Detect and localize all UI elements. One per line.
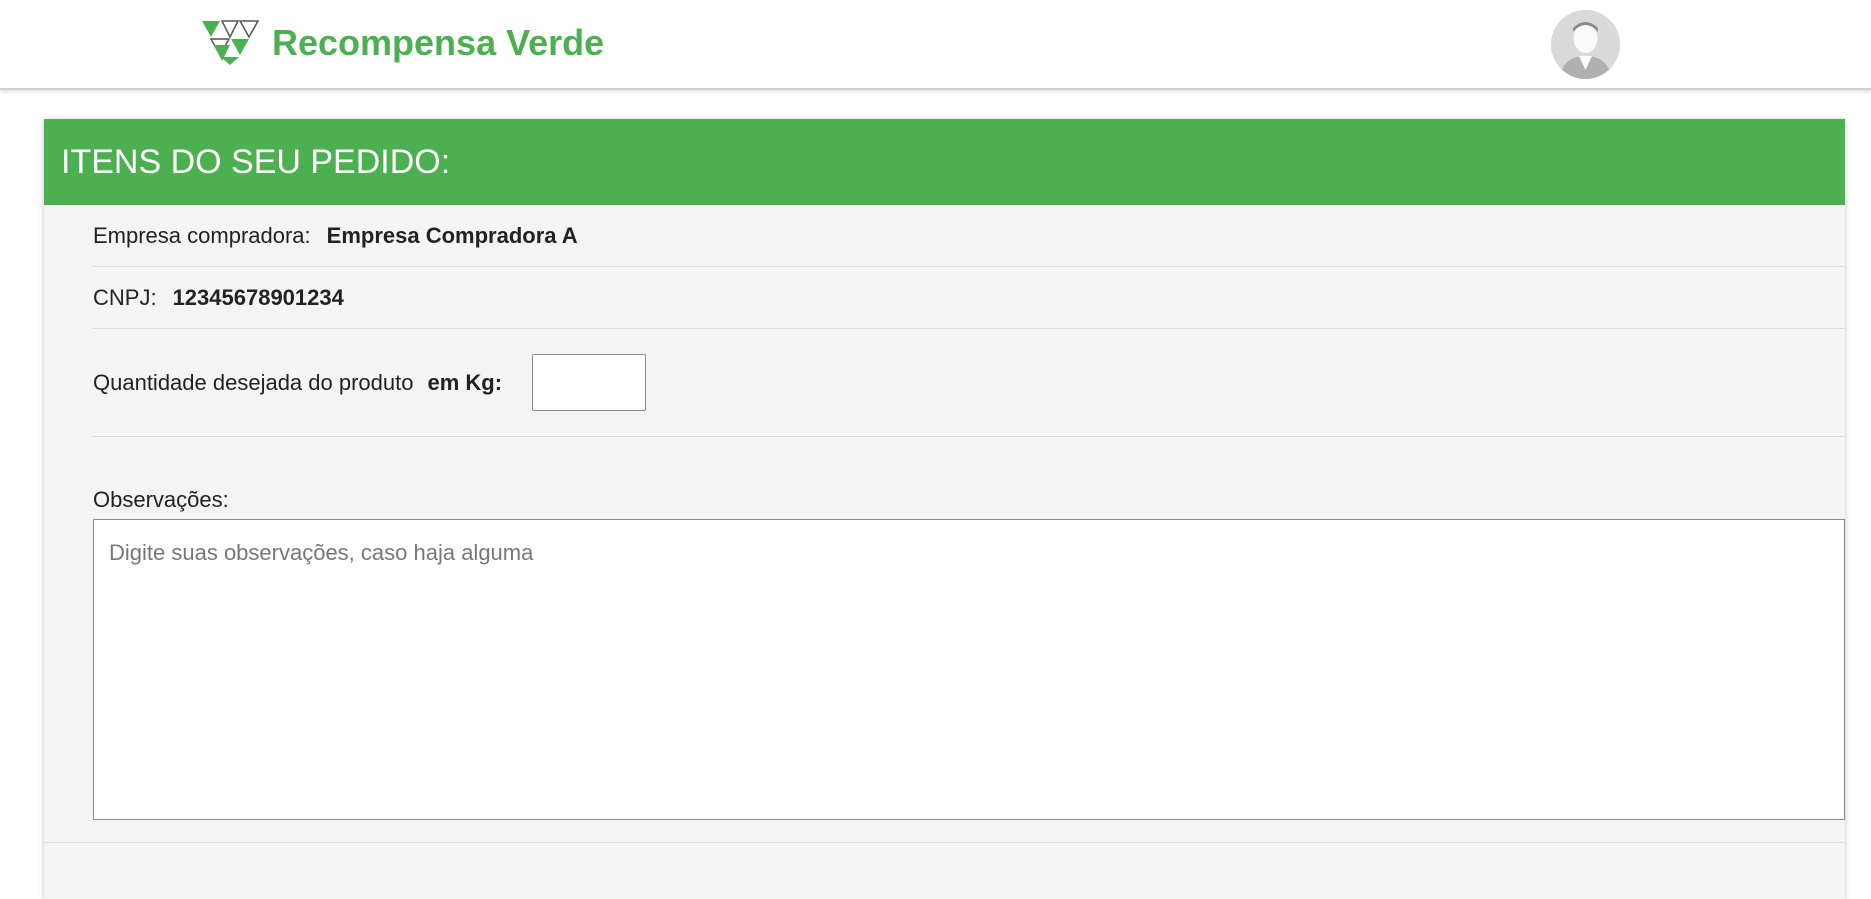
observacoes-label: Observações:: [93, 487, 229, 512]
cnpj-label: CNPJ:: [93, 284, 157, 310]
cnpj-value: 12345678901234: [172, 284, 344, 310]
quantidade-unit-label: em Kg:: [427, 369, 503, 395]
empresa-label: Empresa compradora:: [93, 222, 311, 248]
order-card: ITENS DO SEU PEDIDO: Empresa compradora:…: [44, 119, 1845, 899]
order-card-header: ITENS DO SEU PEDIDO:: [44, 119, 1845, 205]
empresa-value: Empresa Compradora A: [326, 222, 578, 248]
triangles-logo-icon: [202, 20, 260, 65]
quantidade-label: Quantidade desejada do produto: [93, 369, 414, 395]
top-navbar: Recompensa Verde: [0, 0, 1871, 90]
empresa-row: Empresa compradora: Empresa Compradora A: [93, 205, 1845, 267]
observacoes-textarea[interactable]: [93, 519, 1845, 820]
divider: [44, 842, 1845, 843]
page-title: ITENS DO SEU PEDIDO:: [61, 142, 451, 181]
quantidade-row: Quantidade desejada do produto em Kg:: [93, 329, 1845, 437]
user-avatar-icon[interactable]: [1551, 10, 1620, 79]
cnpj-row: CNPJ: 12345678901234: [93, 267, 1845, 329]
brand[interactable]: Recompensa Verde: [200, 18, 604, 68]
quantity-input[interactable]: [532, 354, 647, 411]
brand-name: Recompensa Verde: [272, 22, 605, 63]
